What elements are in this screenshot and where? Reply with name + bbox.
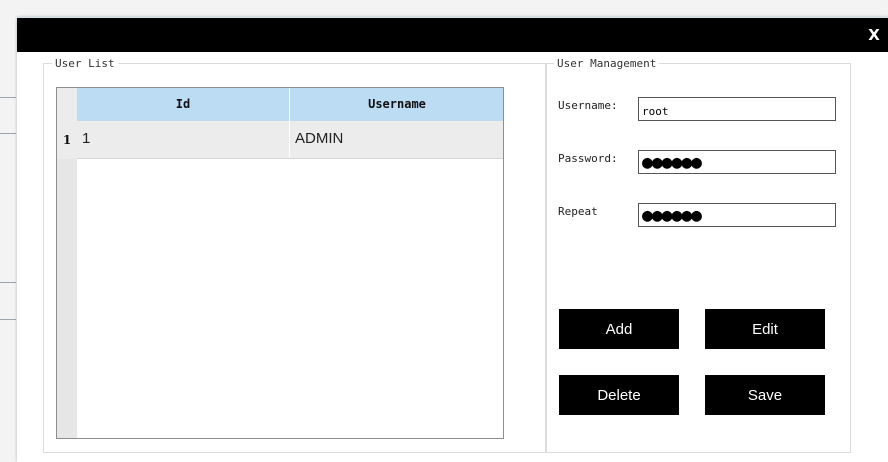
cell-username: ADMIN <box>295 130 344 147</box>
column-header-username[interactable]: Username <box>290 88 503 121</box>
table-body: 1 ADMIN <box>77 121 503 438</box>
edit-button[interactable]: Edit <box>705 309 825 349</box>
background-divider <box>0 97 16 98</box>
username-label: Username: <box>558 99 618 112</box>
password-field[interactable] <box>638 150 836 174</box>
column-header-id[interactable]: Id <box>77 88 290 121</box>
username-input[interactable] <box>639 98 835 120</box>
delete-button[interactable]: Delete <box>559 375 679 415</box>
close-icon[interactable]: X <box>866 26 882 44</box>
row-header-strip <box>57 121 77 438</box>
row-number[interactable]: 1 <box>57 121 77 159</box>
add-button[interactable]: Add <box>559 309 679 349</box>
password-label: Password: <box>558 152 618 165</box>
user-table[interactable]: Id Username 1 ADMIN 1 <box>56 87 504 439</box>
user-list-legend: User List <box>55 57 115 70</box>
cell-id: 1 <box>77 121 290 158</box>
table-row[interactable]: 1 ADMIN <box>77 121 503 159</box>
table-header: Id Username <box>77 88 503 121</box>
grid-corner <box>57 88 77 121</box>
background-divider <box>0 319 16 320</box>
background-divider <box>0 133 16 134</box>
save-button[interactable]: Save <box>705 375 825 415</box>
user-management-legend: User Management <box>557 57 657 70</box>
repeat-password-input[interactable] <box>639 204 835 226</box>
repeat-label: Repeat <box>558 205 598 218</box>
password-input[interactable] <box>639 151 835 173</box>
background-divider <box>0 282 16 283</box>
title-bar[interactable]: X <box>17 18 888 52</box>
username-field[interactable] <box>638 97 836 121</box>
repeat-field[interactable] <box>638 203 836 227</box>
